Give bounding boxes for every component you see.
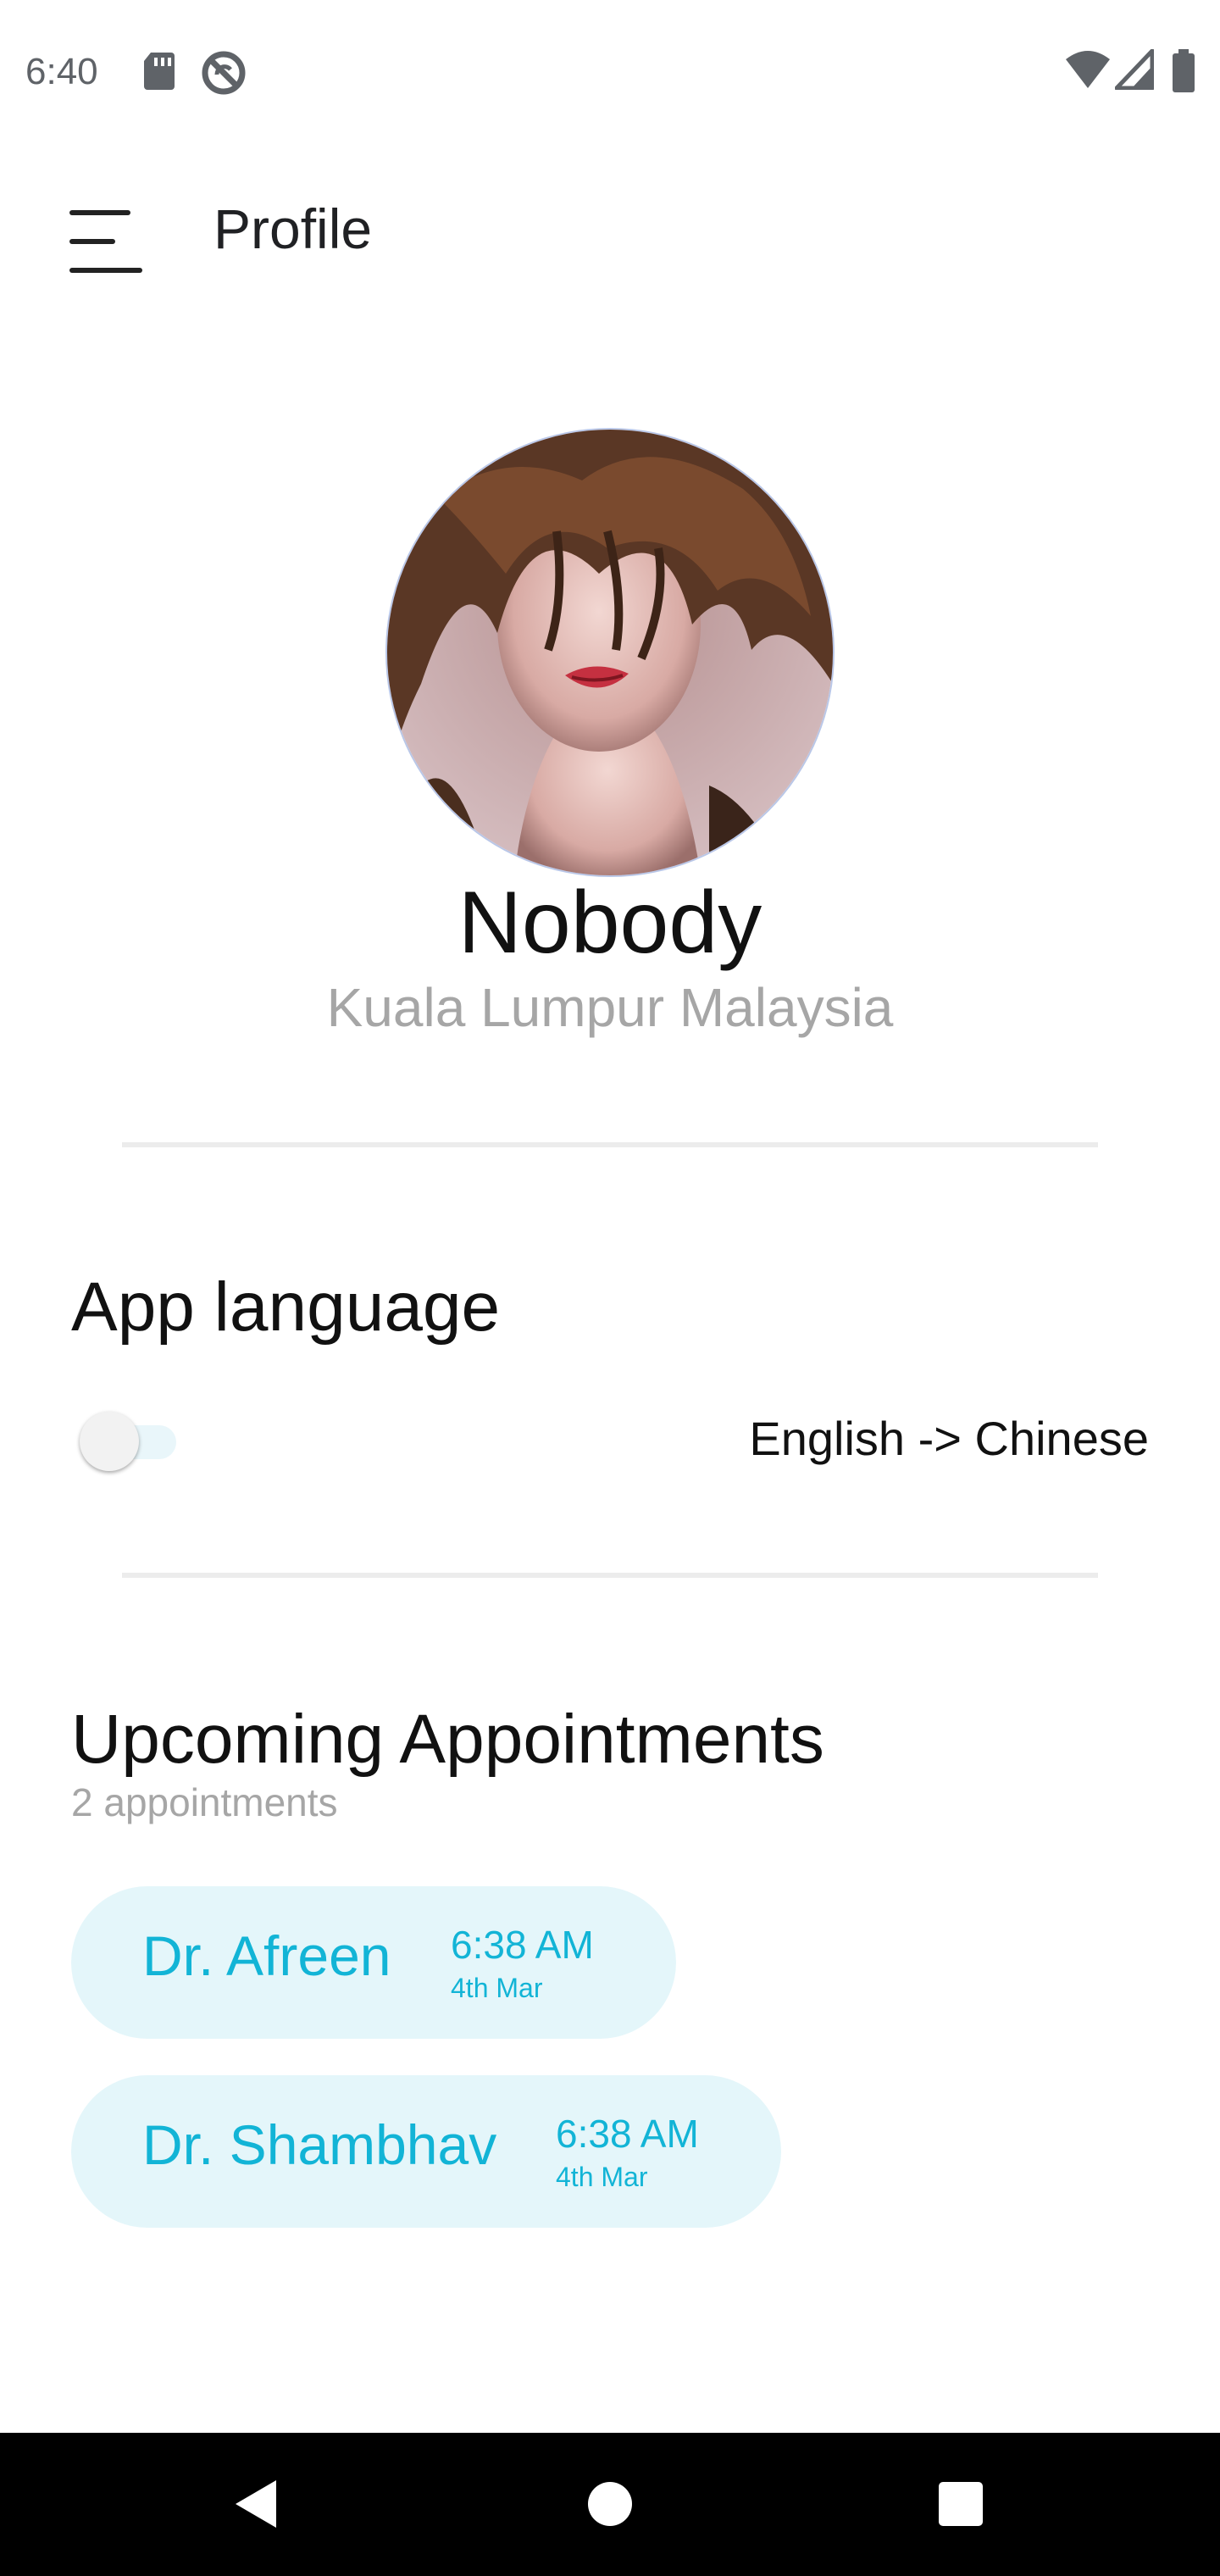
sd-card-icon [142,49,176,97]
appointment-card[interactable]: Dr. Afreen 6:38 AM 4th Mar [71,1886,676,2039]
status-time: 6:40 [25,51,98,92]
cell-signal-icon [1114,48,1155,94]
appointment-doctor: Dr. Afreen [142,1924,391,1987]
appointments-count: 2 appointments [71,1780,338,1824]
page-title: Profile [214,197,373,260]
menu-button[interactable] [56,183,158,276]
status-bar: 6:40 [0,0,1220,144]
battery-icon [1171,49,1196,97]
home-button[interactable] [576,2470,644,2538]
home-icon [588,2482,632,2526]
appointment-doctor: Dr. Shambhav [142,2113,497,2176]
back-icon [236,2480,276,2528]
divider [122,1573,1098,1578]
appointment-card[interactable]: Dr. Shambhav 6:38 AM 4th Mar [71,2075,781,2228]
appointment-time: 6:38 AM [556,2112,699,2156]
app-bar: Profile [0,161,1220,305]
profile-location: Kuala Lumpur Malaysia [326,977,894,1038]
navigation-bar [0,2433,1220,2576]
appointment-date: 4th Mar [451,1973,543,2003]
profile-photo [387,430,833,875]
toggle-thumb [80,1412,139,1471]
appointment-time: 6:38 AM [451,1923,594,1967]
recents-icon [939,2482,983,2526]
language-section-title: App language [71,1269,501,1346]
language-toggle[interactable] [80,1412,183,1471]
appointment-date: 4th Mar [556,2162,648,2192]
profile-name: Nobody [458,874,762,972]
recents-button[interactable] [927,2470,995,2538]
appointments-section-title: Upcoming Appointments [71,1701,824,1778]
menu-icon [69,210,146,279]
wifi-icon [1064,49,1112,94]
divider [122,1142,1098,1147]
back-button[interactable] [224,2470,291,2538]
language-label: English -> Chinese [749,1412,1149,1465]
do-not-disturb-icon [200,49,247,101]
avatar[interactable] [387,430,833,875]
